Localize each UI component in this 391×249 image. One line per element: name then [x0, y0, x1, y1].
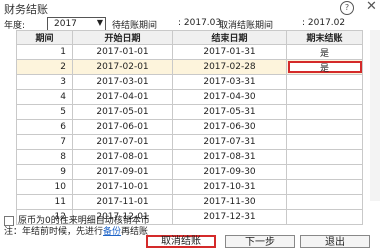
- period-cell: 9: [16, 164, 73, 180]
- column-header-start: 开始日期: [72, 30, 173, 45]
- year-value: 2017: [54, 19, 77, 29]
- period-cell: 5: [16, 104, 73, 120]
- table-row[interactable]: 8 2017-08-01 2017-08-31: [16, 149, 363, 165]
- help-icon[interactable]: ?: [340, 1, 354, 15]
- column-header-closed: 期末结账: [286, 30, 363, 45]
- window-title: 财务结账: [4, 3, 48, 16]
- table-row[interactable]: 6 2017-06-01 2017-06-30: [16, 119, 363, 135]
- start-date-cell: 2017-08-01: [72, 149, 173, 165]
- closed-cell: [286, 179, 363, 195]
- start-date-cell: 2017-01-01: [72, 44, 173, 60]
- closed-cell: 是: [286, 44, 363, 60]
- year-filter-bar: 年度: 2017 ▼ 待结账期间 : 2017.03 取消结账期间 : 2017…: [0, 17, 391, 31]
- start-date-cell: 2017-04-01: [72, 89, 173, 105]
- table-row[interactable]: 3 2017-03-01 2017-03-31: [16, 74, 363, 90]
- end-date-cell: 2017-01-31: [172, 44, 287, 60]
- closed-cell: [286, 134, 363, 150]
- closed-cell-highlighted: 是: [286, 59, 363, 75]
- end-date-cell: 2017-07-31: [172, 134, 287, 150]
- end-date-cell: 2017-02-28: [172, 59, 287, 75]
- start-date-cell: 2017-07-01: [72, 134, 173, 150]
- cancel-period-value: : 2017.02: [302, 18, 346, 28]
- closed-cell: [286, 89, 363, 105]
- end-date-cell: 2017-09-30: [172, 164, 287, 180]
- table-header-row: 期间 开始日期 结束日期 期末结账: [16, 30, 363, 45]
- end-date-cell: 2017-04-30: [172, 89, 287, 105]
- end-date-cell: 2017-10-31: [172, 179, 287, 195]
- start-date-cell: 2017-11-01: [72, 194, 173, 210]
- end-date-cell: 2017-11-30: [172, 194, 287, 210]
- closed-cell: [286, 194, 363, 210]
- closed-cell: [286, 164, 363, 180]
- end-date-cell: 2017-08-31: [172, 149, 287, 165]
- backup-note: 注：年结前时候，先进行备份再结账: [4, 224, 148, 237]
- closed-cell: [286, 74, 363, 90]
- title-bar: 财务结账 ? ✕: [0, 0, 391, 16]
- closed-cell: [286, 149, 363, 165]
- table-row[interactable]: 5 2017-05-01 2017-05-31: [16, 104, 363, 120]
- start-date-cell: 2017-10-01: [72, 179, 173, 195]
- note-suffix: 再结账: [121, 227, 149, 237]
- table-row-selected[interactable]: 2 2017-02-01 2017-02-28 是: [16, 59, 363, 75]
- period-cell: 4: [16, 89, 73, 105]
- end-date-cell: 2017-03-31: [172, 74, 287, 90]
- period-cell: 11: [16, 194, 73, 210]
- period-cell: 2: [16, 59, 73, 75]
- end-date-cell: 2017-05-31: [172, 104, 287, 120]
- start-date-cell: 2017-05-01: [72, 104, 173, 120]
- closed-cell: [286, 209, 363, 225]
- closed-value-box: 是: [287, 60, 362, 74]
- start-date-cell: 2017-06-01: [72, 119, 173, 135]
- table-row[interactable]: 11 2017-11-01 2017-11-30: [16, 194, 363, 210]
- period-cell: 6: [16, 119, 73, 135]
- table-row[interactable]: 9 2017-09-01 2017-09-30: [16, 164, 363, 180]
- end-date-cell: 2017-12-31: [172, 209, 287, 225]
- exit-button[interactable]: 退出: [300, 235, 370, 248]
- period-cell: 8: [16, 149, 73, 165]
- table-row[interactable]: 7 2017-07-01 2017-07-31: [16, 134, 363, 150]
- closed-cell: [286, 104, 363, 120]
- year-select[interactable]: 2017 ▼: [47, 17, 106, 31]
- period-cell: 7: [16, 134, 73, 150]
- start-date-cell: 2017-02-01: [72, 59, 173, 75]
- period-cell: 3: [16, 74, 73, 90]
- period-cell: 10: [16, 179, 73, 195]
- pending-period-value: : 2017.03: [178, 18, 222, 28]
- closed-cell: [286, 119, 363, 135]
- table-row[interactable]: 1 2017-01-01 2017-01-31 是: [16, 44, 363, 60]
- note-prefix: 注：年结前时候，先进行: [4, 227, 104, 237]
- vertical-scrollbar[interactable]: [370, 30, 380, 201]
- backup-link[interactable]: 备份: [103, 227, 121, 237]
- start-date-cell: 2017-03-01: [72, 74, 173, 90]
- column-header-end: 结束日期: [172, 30, 287, 45]
- cancel-close-button[interactable]: 取消结账: [146, 235, 216, 248]
- period-cell: 1: [16, 44, 73, 60]
- next-button[interactable]: 下一步: [225, 235, 295, 248]
- end-date-cell: 2017-06-30: [172, 119, 287, 135]
- table-row[interactable]: 10 2017-10-01 2017-10-31: [16, 179, 363, 195]
- column-header-period: 期间: [16, 30, 73, 45]
- close-icon[interactable]: ✕: [366, 0, 377, 14]
- chevron-down-icon[interactable]: ▼: [97, 18, 103, 27]
- start-date-cell: 2017-09-01: [72, 164, 173, 180]
- period-table: 期间 开始日期 结束日期 期末结账 1 2017-01-01 2017-01-31 是…: [16, 30, 363, 225]
- table-row[interactable]: 4 2017-04-01 2017-04-30: [16, 89, 363, 105]
